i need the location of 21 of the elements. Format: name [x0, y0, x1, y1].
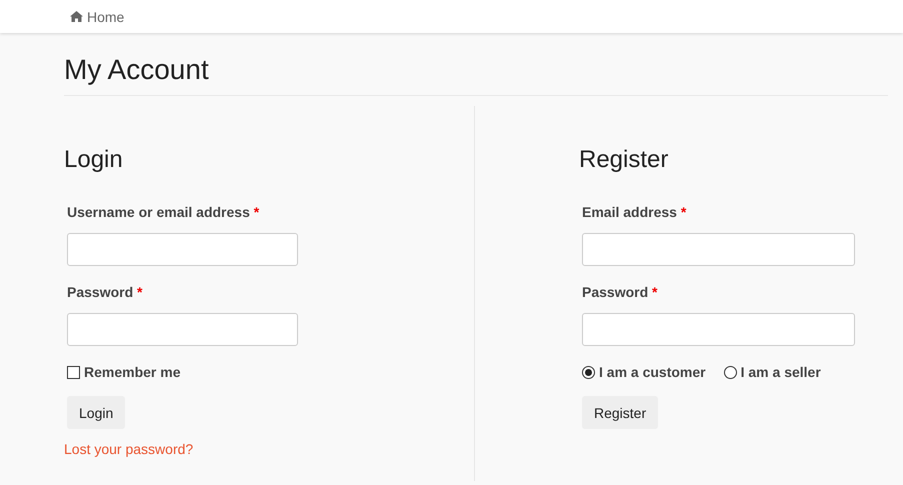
checkbox[interactable] — [67, 366, 80, 378]
field-label: Password * — [582, 283, 658, 302]
checkbox-label: Remember me — [84, 364, 180, 380]
page-title: My Account — [64, 53, 888, 96]
radio-label: I am a seller — [740, 364, 821, 380]
radio-label: I am a customer — [599, 364, 706, 380]
input-field[interactable] — [582, 233, 855, 266]
radio-button[interactable] — [582, 366, 595, 378]
field-label: Password * — [67, 283, 144, 302]
login-heading: Login — [64, 146, 124, 174]
field-label: Email address * — [582, 203, 688, 222]
home-icon — [70, 11, 83, 22]
register-heading: Register — [579, 146, 670, 174]
field-label: Username or email address * — [67, 203, 260, 222]
login-button[interactable]: Login — [67, 396, 126, 429]
input-field[interactable] — [67, 313, 298, 346]
home-link[interactable]: Home — [70, 8, 124, 24]
input-field[interactable] — [582, 313, 855, 346]
input-field[interactable] — [67, 233, 298, 266]
register-button[interactable]: Register — [582, 396, 658, 429]
radio-button[interactable] — [724, 366, 737, 378]
